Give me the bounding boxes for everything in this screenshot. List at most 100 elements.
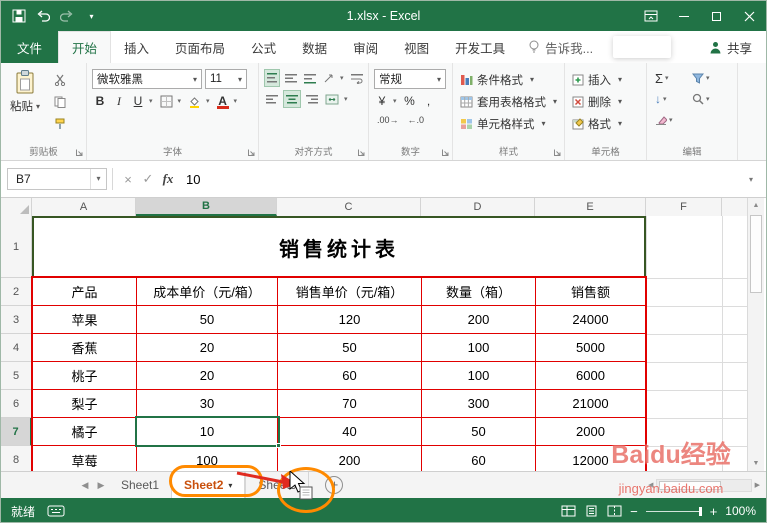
formula-bar-expand-icon[interactable]: ▾	[742, 175, 760, 184]
header-cell[interactable]: 成本单价（元/箱）	[137, 278, 278, 306]
copy-button[interactable]	[51, 94, 69, 110]
zoom-out-icon[interactable]: −	[630, 505, 638, 518]
col-header-d[interactable]: D	[421, 198, 535, 216]
cell-a3[interactable]: 苹果	[33, 306, 137, 334]
cell-b3[interactable]: 50	[137, 306, 278, 334]
cell-d6[interactable]: 300	[422, 390, 536, 418]
sheet-nav-right-icon[interactable]: ▶	[93, 472, 109, 498]
comma-style-icon[interactable]: ,	[421, 92, 437, 110]
scroll-up-icon[interactable]: ▲	[748, 198, 764, 213]
normal-view-icon[interactable]	[561, 505, 576, 517]
formula-input[interactable]: 10	[178, 172, 742, 187]
tab-review[interactable]: 审阅	[340, 31, 391, 63]
tab-home[interactable]: 开始	[58, 31, 112, 63]
decrease-decimal-icon[interactable]: ←.0	[405, 113, 428, 127]
sheet-nav-left-icon[interactable]: ◀	[77, 472, 93, 498]
font-color-button[interactable]: A	[215, 92, 231, 110]
tab-formulas[interactable]: 公式	[238, 31, 289, 63]
conditional-formatting-button[interactable]: 条件格式 ▾	[458, 69, 559, 90]
cell-b4[interactable]: 20	[137, 334, 278, 362]
vertical-scroll-thumb[interactable]	[750, 215, 762, 293]
header-cell[interactable]: 数量（箱）	[422, 278, 536, 306]
cell-c4[interactable]: 50	[278, 334, 422, 362]
scroll-left-icon[interactable]: ◀	[648, 481, 653, 489]
font-dialog-launcher-icon[interactable]	[247, 148, 256, 157]
find-select-button[interactable]: ▾	[692, 90, 726, 108]
col-header-b[interactable]: B	[136, 198, 277, 216]
tab-developer[interactable]: 开发工具	[442, 31, 518, 63]
name-box[interactable]: B7 ▾	[7, 168, 107, 190]
row-header-8[interactable]: 8	[1, 446, 32, 471]
number-format-combo[interactable]: 常规 ▾	[374, 69, 446, 89]
tab-page-layout[interactable]: 页面布局	[162, 31, 238, 63]
zoom-level[interactable]: 100%	[725, 504, 756, 518]
format-as-table-button[interactable]: 套用表格格式 ▾	[458, 91, 559, 112]
cell-d5[interactable]: 100	[422, 362, 536, 390]
insert-function-icon[interactable]: fx	[158, 171, 178, 187]
col-header-c[interactable]: C	[277, 198, 421, 216]
col-header-f[interactable]: F	[646, 198, 722, 216]
scroll-right-icon[interactable]: ▶	[755, 481, 760, 489]
format-painter-button[interactable]	[51, 116, 69, 132]
header-cell[interactable]: 销售单价（元/箱）	[278, 278, 422, 306]
autosum-button[interactable]: Σ ▾	[655, 69, 689, 87]
cell-b6[interactable]: 30	[137, 390, 278, 418]
percent-style-icon[interactable]: %	[402, 92, 418, 110]
merge-center-icon[interactable]	[323, 90, 341, 108]
cell-c7[interactable]: 40	[278, 418, 422, 446]
cell-e5[interactable]: 6000	[536, 362, 645, 390]
row-header-7[interactable]: 7	[1, 418, 32, 446]
cancel-icon[interactable]: ×	[118, 172, 138, 187]
font-name-combo[interactable]: 微软雅黑 ▾	[92, 69, 202, 89]
row-header-5[interactable]: 5	[1, 362, 32, 390]
save-icon[interactable]	[7, 4, 31, 28]
zoom-in-icon[interactable]: +	[710, 505, 718, 518]
cut-button[interactable]	[51, 72, 69, 88]
cell-d4[interactable]: 100	[422, 334, 536, 362]
name-box-dropdown-icon[interactable]: ▾	[90, 169, 106, 189]
top-align-icon[interactable]	[264, 69, 280, 87]
cell-a6[interactable]: 梨子	[33, 390, 137, 418]
vertical-scrollbar[interactable]: ▲ ▼	[747, 198, 764, 471]
customize-qat-icon[interactable]: ▾	[79, 4, 103, 28]
align-left-icon[interactable]	[264, 90, 280, 108]
styles-dialog-launcher-icon[interactable]	[553, 148, 562, 157]
fill-handle[interactable]	[276, 443, 281, 448]
format-cells-button[interactable]: 格式 ▾	[570, 113, 641, 134]
cell-a4[interactable]: 香蕉	[33, 334, 137, 362]
cell-e7[interactable]: 2000	[536, 418, 645, 446]
header-cell[interactable]: 销售额	[536, 278, 645, 306]
scroll-down-icon[interactable]: ▼	[748, 456, 764, 471]
tell-me-box[interactable]: 告诉我...	[518, 31, 603, 63]
minimize-button[interactable]	[667, 1, 700, 31]
fill-color-button[interactable]	[186, 92, 203, 110]
alignment-dialog-launcher-icon[interactable]	[357, 148, 366, 157]
number-dialog-launcher-icon[interactable]	[441, 148, 450, 157]
tab-insert[interactable]: 插入	[111, 31, 162, 63]
clipboard-dialog-launcher-icon[interactable]	[75, 148, 84, 157]
sort-filter-button[interactable]: ▾	[692, 69, 726, 87]
row-header-1[interactable]: 1	[1, 216, 32, 278]
delete-cells-button[interactable]: 删除 ▾	[570, 91, 641, 112]
orientation-icon[interactable]	[321, 69, 337, 87]
cell-c3[interactable]: 120	[278, 306, 422, 334]
maximize-button[interactable]	[700, 1, 733, 31]
zoom-slider[interactable]	[645, 506, 702, 516]
cell-d3[interactable]: 200	[422, 306, 536, 334]
share-button[interactable]: 共享	[709, 31, 766, 63]
cell-e6[interactable]: 21000	[536, 390, 645, 418]
underline-button[interactable]: U	[130, 92, 146, 110]
horizontal-scroll-thumb[interactable]	[659, 480, 722, 490]
bold-button[interactable]: B	[92, 92, 108, 110]
row-header-4[interactable]: 4	[1, 334, 32, 362]
cell-e8[interactable]: 12000	[536, 446, 645, 471]
cell-c5[interactable]: 60	[278, 362, 422, 390]
cell-c6[interactable]: 70	[278, 390, 422, 418]
align-center-icon[interactable]	[283, 90, 301, 108]
borders-button[interactable]	[158, 92, 175, 110]
tab-file[interactable]: 文件	[1, 31, 59, 63]
wrap-text-icon[interactable]	[349, 69, 365, 87]
page-break-view-icon[interactable]	[607, 505, 622, 517]
cell-d7[interactable]: 50	[422, 418, 536, 446]
middle-align-icon[interactable]	[283, 69, 299, 87]
